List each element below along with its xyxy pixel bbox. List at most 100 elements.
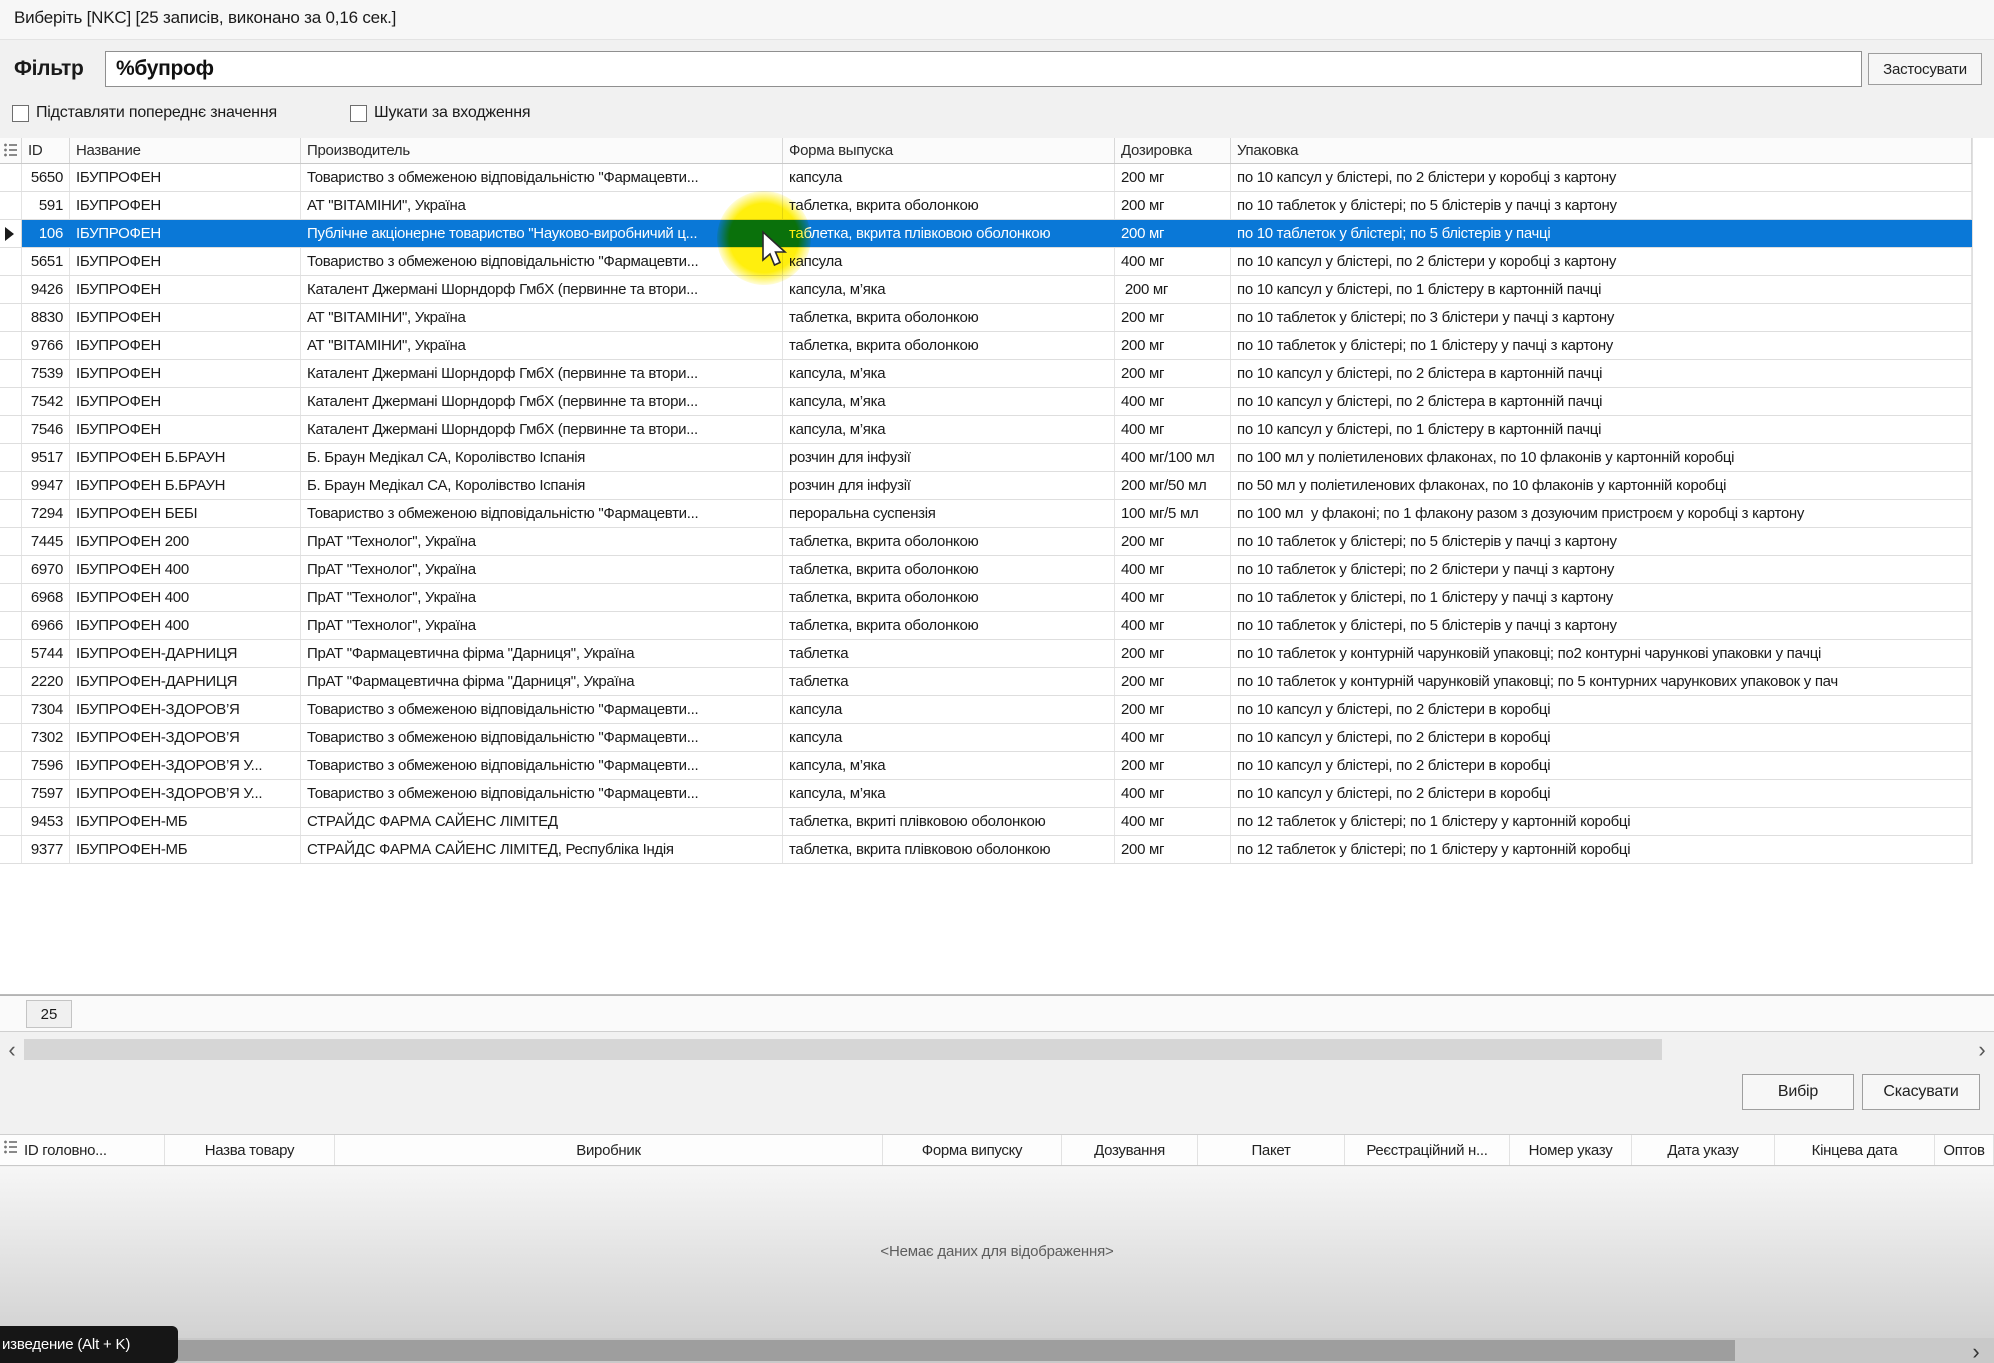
cell-name: ІБУПРОФЕН-ЗДОРОВ’Я <box>70 724 301 751</box>
cell-pack: по 10 капсул у блістері, по 2 блістера в… <box>1231 360 1972 387</box>
horizontal-scrollbar[interactable]: ‹ › <box>0 1036 1994 1064</box>
table-row[interactable]: 7542ІБУПРОФЕНКаталент Джермані Шорндорф … <box>0 388 1994 416</box>
column-header-dose[interactable]: Дозировка <box>1115 138 1231 163</box>
bottom-column-header-6[interactable]: Пакет <box>1198 1135 1345 1165</box>
cell-dose: 400 мг <box>1115 416 1231 443</box>
checkbox-substitute-previous[interactable]: Підставляти попереднє значення <box>12 104 277 122</box>
bottom-grid-empty-area: <Немає даних для відображення> <box>0 1167 1994 1338</box>
row-marker-cell <box>0 528 22 555</box>
bottom-scroll-right-icon[interactable]: › <box>1966 1338 1986 1363</box>
apply-button[interactable]: Застосувати <box>1868 53 1982 85</box>
scroll-left-icon[interactable]: ‹ <box>2 1036 22 1064</box>
cell-maker: Товариство з обмеженою відповідальністю … <box>301 696 783 723</box>
cell-name: ІБУПРОФЕН <box>70 332 301 359</box>
bottom-column-header-10[interactable]: Кінцева дата <box>1775 1135 1935 1165</box>
column-header-pack[interactable]: Упаковка <box>1231 138 1972 163</box>
table-row[interactable]: 9377ІБУПРОФЕН-МБСТРАЙДС ФАРМА САЙЕНС ЛІМ… <box>0 836 1994 864</box>
cell-maker: ПрАТ "Технолог", Україна <box>301 556 783 583</box>
checkbox-box-icon[interactable] <box>12 105 29 122</box>
select-dialog: Виберіть [NKC] [25 записів, виконано за … <box>0 0 1994 1363</box>
checkbox-search-by-entry[interactable]: Шукати за входження <box>350 104 530 122</box>
row-marker-cell <box>0 248 22 275</box>
current-row-arrow-icon <box>5 227 14 241</box>
cancel-button[interactable]: Скасувати <box>1862 1074 1980 1110</box>
column-header-name[interactable]: Название <box>70 138 301 163</box>
table-row[interactable]: 9947ІБУПРОФЕН Б.БРАУНБ. Браун Медікал СА… <box>0 472 1994 500</box>
bottom-column-header-1[interactable]: ID головно... <box>20 1135 165 1165</box>
bottom-column-header-5[interactable]: Дозування <box>1062 1135 1198 1165</box>
filter-input[interactable] <box>105 51 1862 87</box>
table-row[interactable]: 8830ІБУПРОФЕНАТ "ВІТАМІНИ", Українатабле… <box>0 304 1994 332</box>
scroll-right-icon[interactable]: › <box>1972 1036 1992 1064</box>
table-row[interactable]: 9426ІБУПРОФЕНКаталент Джермані Шорндорф … <box>0 276 1994 304</box>
cell-dose: 200 мг <box>1115 836 1231 863</box>
column-settings-icon[interactable] <box>0 138 22 163</box>
scrollbar-thumb[interactable] <box>24 1039 1662 1060</box>
cell-pack: по 10 капсул у блістері, по 2 блістери у… <box>1231 248 1972 275</box>
cell-form: таблетка, вкрита оболонкою <box>783 612 1115 639</box>
table-row[interactable]: 9453ІБУПРОФЕН-МБСТРАЙДС ФАРМА САЙЕНС ЛІМ… <box>0 808 1994 836</box>
table-row[interactable]: 5651ІБУПРОФЕНТовариство з обмеженою відп… <box>0 248 1994 276</box>
bottom-column-header-11[interactable]: Оптов <box>1935 1135 1994 1165</box>
table-row[interactable]: 7302ІБУПРОФЕН-ЗДОРОВ’ЯТовариство з обмеж… <box>0 724 1994 752</box>
cell-form: таблетка <box>783 668 1115 695</box>
table-row[interactable]: 2220ІБУПРОФЕН-ДАРНИЦЯПрАТ "Фармацевтична… <box>0 668 1994 696</box>
cell-dose: 400 мг/100 мл <box>1115 444 1231 471</box>
bottom-column-header-7[interactable]: Реєстраційний н... <box>1345 1135 1510 1165</box>
table-row-selected[interactable]: 106ІБУПРОФЕНПублічне акціонерне товарист… <box>0 220 1994 248</box>
table-row[interactable]: 6966ІБУПРОФЕН 400ПрАТ "Технолог", Україн… <box>0 612 1994 640</box>
table-row[interactable]: 7539ІБУПРОФЕНКаталент Джермані Шорндорф … <box>0 360 1994 388</box>
grid-header: IDНазваниеПроизводительФорма выпускаДози… <box>0 138 1994 164</box>
cell-id: 7294 <box>22 500 70 527</box>
cell-maker: ПрАТ "Технолог", Україна <box>301 584 783 611</box>
cell-dose: 200 мг <box>1115 752 1231 779</box>
column-header-form[interactable]: Форма выпуска <box>783 138 1115 163</box>
table-row[interactable]: 7596ІБУПРОФЕН-ЗДОРОВ’Я У...Товариство з … <box>0 752 1994 780</box>
column-header-maker[interactable]: Производитель <box>301 138 783 163</box>
table-row[interactable]: 7294ІБУПРОФЕН БЕБІТовариство з обмеженою… <box>0 500 1994 528</box>
table-row[interactable]: 7445ІБУПРОФЕН 200ПрАТ "Технолог", Україн… <box>0 528 1994 556</box>
table-row[interactable]: 7304ІБУПРОФЕН-ЗДОРОВ’ЯТовариство з обмеж… <box>0 696 1994 724</box>
cell-name: ІБУПРОФЕН-ДАРНИЦЯ <box>70 668 301 695</box>
row-marker-cell <box>0 332 22 359</box>
row-marker-cell <box>0 444 22 471</box>
row-marker-cell <box>0 276 22 303</box>
table-row[interactable]: 7546ІБУПРОФЕНКаталент Джермані Шорндорф … <box>0 416 1994 444</box>
select-button[interactable]: Вибір <box>1742 1074 1854 1110</box>
bottom-column-header-8[interactable]: Номер указу <box>1510 1135 1632 1165</box>
cell-dose: 400 мг <box>1115 724 1231 751</box>
row-marker-cell <box>0 780 22 807</box>
bottom-column-header-4[interactable]: Форма випуску <box>883 1135 1062 1165</box>
bottom-column-header-3[interactable]: Виробник <box>335 1135 883 1165</box>
checkbox-box-icon[interactable] <box>350 105 367 122</box>
cell-form: капсула <box>783 248 1115 275</box>
cell-form: капсула, м’яка <box>783 388 1115 415</box>
cell-maker: Каталент Джермані Шорндорф ГмбХ (первинн… <box>301 388 783 415</box>
table-row[interactable]: 9766ІБУПРОФЕНАТ "ВІТАМІНИ", Українатабле… <box>0 332 1994 360</box>
bottom-column-settings-icon[interactable] <box>0 1135 20 1165</box>
row-marker-cell <box>0 192 22 219</box>
cell-id: 9766 <box>22 332 70 359</box>
bottom-horizontal-scrollbar[interactable]: › <box>0 1338 1994 1363</box>
table-row[interactable]: 9517ІБУПРОФЕН Б.БРАУНБ. Браун Медікал СА… <box>0 444 1994 472</box>
cell-pack: по 100 мл у флаконі; по 1 флакону разом … <box>1231 500 1972 527</box>
table-row[interactable]: 7597ІБУПРОФЕН-ЗДОРОВ’Я У...Товариство з … <box>0 780 1994 808</box>
table-row[interactable]: 6968ІБУПРОФЕН 400ПрАТ "Технолог", Україн… <box>0 584 1994 612</box>
bottom-column-header-9[interactable]: Дата указу <box>1632 1135 1775 1165</box>
cell-dose: 400 мг <box>1115 556 1231 583</box>
table-row[interactable]: 6970ІБУПРОФЕН 400ПрАТ "Технолог", Україн… <box>0 556 1994 584</box>
cell-dose: 400 мг <box>1115 248 1231 275</box>
table-row[interactable]: 591ІБУПРОФЕНАТ "ВІТАМІНИ", Українатаблет… <box>0 192 1994 220</box>
cell-pack: по 10 капсул у блістері, по 1 блістеру в… <box>1231 276 1972 303</box>
cell-name: ІБУПРОФЕН-ДАРНИЦЯ <box>70 640 301 667</box>
column-header-id[interactable]: ID <box>22 138 70 163</box>
cell-maker: Товариство з обмеженою відповідальністю … <box>301 780 783 807</box>
cell-dose: 200 мг <box>1115 304 1231 331</box>
table-row[interactable]: 5744ІБУПРОФЕН-ДАРНИЦЯПрАТ "Фармацевтична… <box>0 640 1994 668</box>
row-marker-cell <box>0 360 22 387</box>
table-row[interactable]: 5650ІБУПРОФЕНТовариство з обмеженою відп… <box>0 164 1994 192</box>
cell-maker: АТ "ВІТАМІНИ", Україна <box>301 192 783 219</box>
cell-dose: 400 мг <box>1115 584 1231 611</box>
bottom-scrollbar-thumb[interactable] <box>0 1340 1735 1361</box>
bottom-column-header-2[interactable]: Назва товару <box>165 1135 335 1165</box>
